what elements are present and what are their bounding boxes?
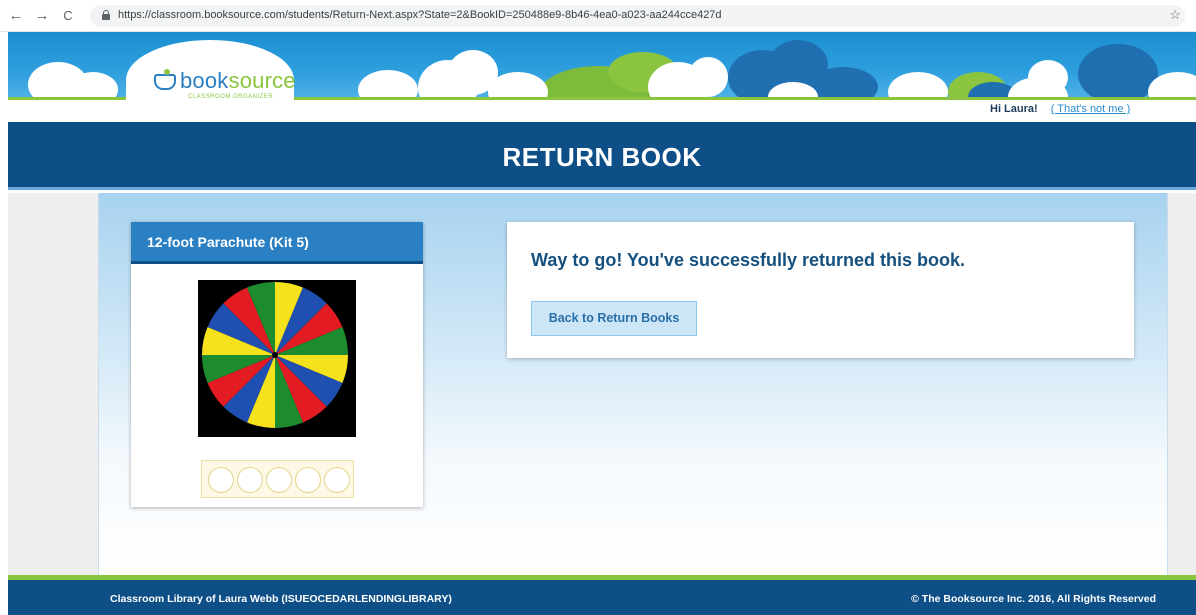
browser-toolbar: ← → C https://classroom.booksource.com/s… [0, 0, 1196, 32]
bookmark-star-icon[interactable]: ☆ [1169, 7, 1181, 23]
page-title-bar: RETURN BOOK [8, 122, 1196, 190]
footer: Classroom Library of Laura Webb (ISUEOCE… [8, 580, 1196, 615]
book-cover-image [198, 280, 356, 437]
cloud-shape [1028, 60, 1068, 95]
book-card-header: 12-foot Parachute (Kit 5) [131, 222, 423, 264]
open-book-icon [154, 69, 176, 90]
cloud-shape [1078, 44, 1158, 104]
user-greeting: Hi Laura! ( That's not me ) [990, 103, 1130, 115]
greeting-text: Hi Laura! [990, 103, 1038, 115]
booksource-logo[interactable]: booksource CLASSROOM ORGANIZER [126, 40, 296, 120]
back-to-return-books-button[interactable]: Back to Return Books [531, 301, 697, 336]
logo-tagline: CLASSROOM ORGANIZER [188, 94, 274, 100]
cloud-shape [688, 57, 728, 97]
star-rating[interactable] [201, 460, 354, 498]
success-card: Way to go! You've successfully returned … [507, 222, 1134, 358]
page-title: RETURN BOOK [502, 142, 702, 172]
rating-circle[interactable] [324, 467, 350, 493]
reload-icon[interactable]: C [60, 7, 76, 25]
rating-circle[interactable] [295, 467, 321, 493]
url-text[interactable]: https://classroom.booksource.com/student… [118, 9, 722, 21]
footer-copyright: © The Booksource Inc. 2016, All Rights R… [911, 593, 1156, 605]
book-title: 12-foot Parachute (Kit 5) [147, 234, 309, 250]
back-arrow-icon[interactable]: ← [8, 7, 24, 25]
footer-library-name: Classroom Library of Laura Webb (ISUEOCE… [110, 593, 452, 605]
not-me-link[interactable]: ( That's not me ) [1051, 103, 1131, 115]
address-bar[interactable]: https://classroom.booksource.com/student… [90, 5, 1185, 27]
parachute-image [202, 282, 348, 428]
success-message: Way to go! You've successfully returned … [531, 250, 966, 270]
lock-icon [102, 10, 110, 20]
forward-arrow-icon[interactable]: → [34, 7, 50, 25]
book-card: 12-foot Parachute (Kit 5) [131, 222, 423, 507]
logo-wordmark: booksource [180, 68, 296, 93]
rating-circle[interactable] [208, 467, 234, 493]
rating-circle[interactable] [266, 467, 292, 493]
rating-circle[interactable] [237, 467, 263, 493]
parachute-center [272, 352, 278, 358]
